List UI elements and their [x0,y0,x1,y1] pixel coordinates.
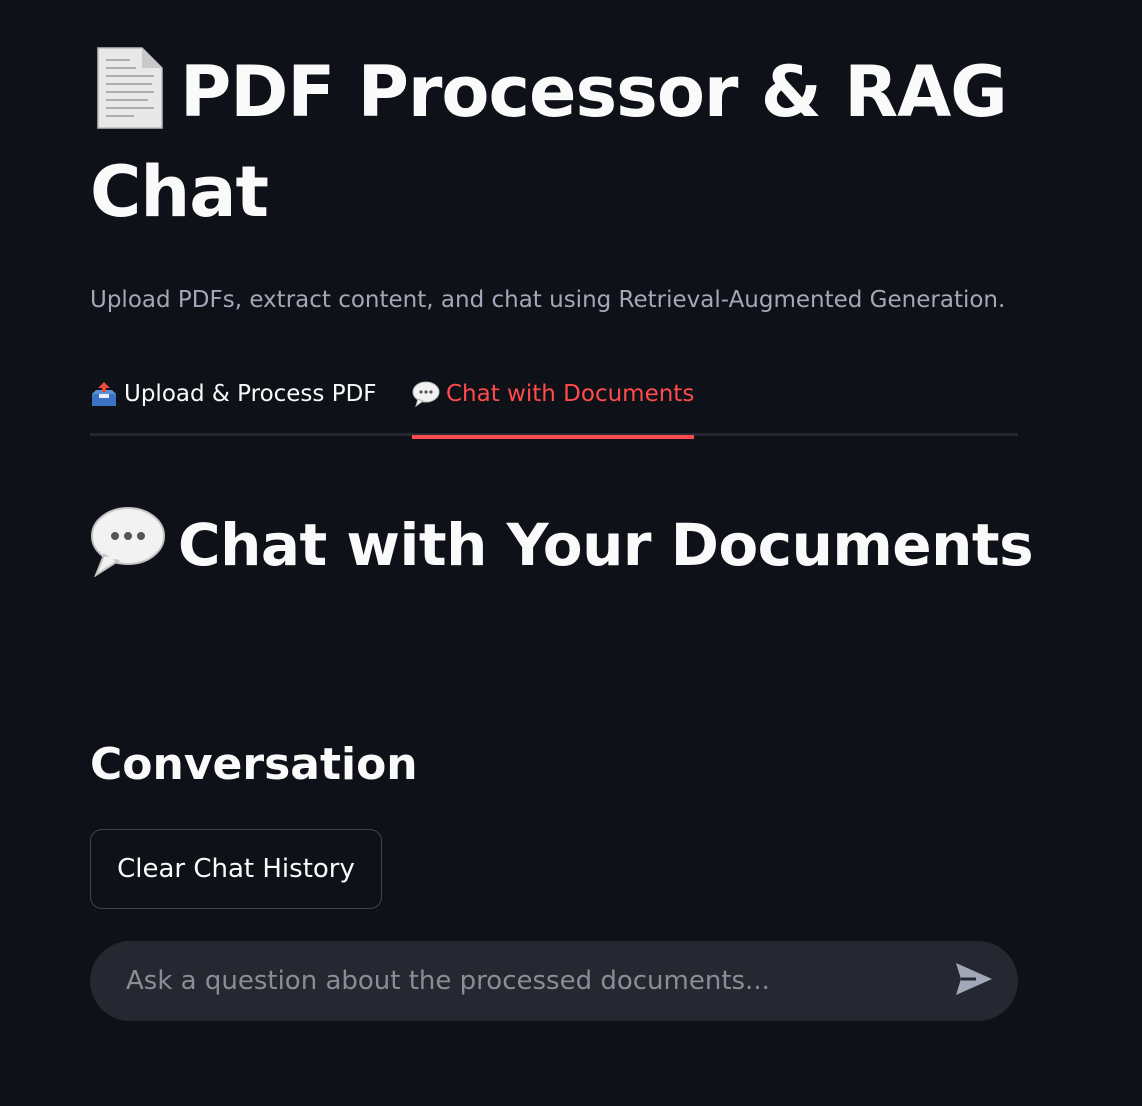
speech-balloon-icon [90,505,166,578]
tab-bar: Upload & Process PDF Chat with Documents [90,370,1018,439]
page-title-text: PDF Processor & RAG Chat [90,51,1008,233]
send-arrow-icon [954,961,994,1001]
outbox-tray-icon [90,380,118,408]
tab-upload-label: Upload & Process PDF [124,381,377,407]
tab-chat-label: Chat with Documents [446,381,695,407]
conversation-heading: Conversation [90,739,418,790]
page-facing-up-icon [90,46,168,130]
speech-balloon-icon [412,380,440,408]
chat-question-input[interactable] [124,950,950,1012]
chat-section-title-text: Chat with Your Documents [178,511,1034,579]
tab-chat-with-documents[interactable]: Chat with Documents [412,370,695,439]
page-subtitle: Upload PDFs, extract content, and chat u… [90,287,1006,313]
chat-input-container [90,941,1018,1021]
clear-chat-history-button[interactable]: Clear Chat History [90,829,382,909]
app-page: PDF Processor & RAG Chat Upload PDFs, ex… [0,0,1142,1106]
tab-upload-process-pdf[interactable]: Upload & Process PDF [90,370,377,436]
page-title: PDF Processor & RAG Chat [90,42,1018,242]
send-button[interactable] [950,957,998,1005]
chat-section-title: Chat with Your Documents [90,500,1034,590]
